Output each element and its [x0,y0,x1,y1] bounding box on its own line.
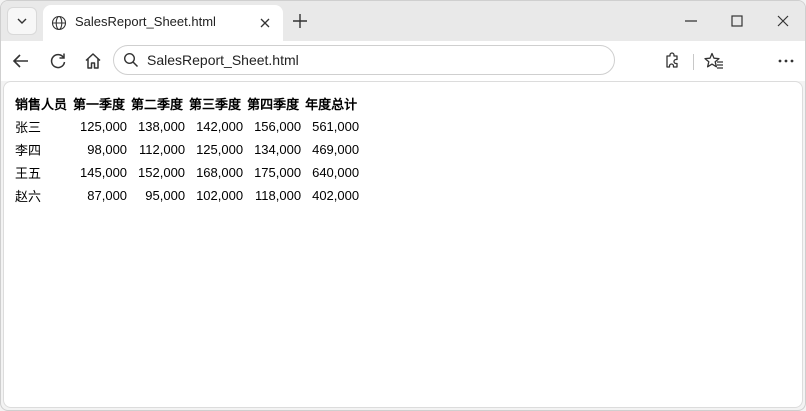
browser-window: SalesReport_Sheet.html SalesReport_Sheet… [0,0,806,411]
q1-cell: 125,000 [80,119,128,134]
toolbar-separator [693,54,694,70]
tab-strip: SalesReport_Sheet.html [1,1,805,41]
q4-cell: 134,000 [254,142,302,157]
extensions-icon[interactable] [663,51,683,71]
q2-cell: 112,000 [139,142,186,157]
column-header: 第一季度 [73,97,126,112]
toolbar: SalesReport_Sheet.html [1,41,805,81]
page-content: 销售人员 第一季度 第二季度 第三季度 第四季度 年度总计 张三 125,000… [3,81,803,408]
q3-cell: 125,000 [196,142,244,157]
q2-cell: 138,000 [138,119,186,134]
favorites-icon[interactable] [704,51,724,71]
chevron-down-icon [17,18,27,24]
table-row: 李四 98,000 112,000 125,000 134,000 469,00… [14,139,360,160]
q4-cell: 175,000 [254,165,302,180]
q1-cell: 145,000 [80,165,128,180]
q1-cell: 98,000 [87,142,128,157]
q3-cell: 142,000 [196,119,244,134]
back-arrow-icon[interactable] [11,51,31,71]
annual-total-cell: 561,000 [312,119,360,134]
new-tab-icon[interactable] [291,12,309,30]
maximize-icon[interactable] [728,12,746,30]
globe-icon [51,15,67,31]
refresh-icon[interactable] [48,51,68,71]
home-icon[interactable] [83,51,103,71]
tab-list-button[interactable] [7,7,37,35]
address-url: SalesReport_Sheet.html [147,52,299,68]
salesperson-cell: 王五 [15,166,42,181]
address-bar[interactable]: SalesReport_Sheet.html [113,45,615,75]
column-header: 第二季度 [131,97,184,112]
q1-cell: 87,000 [87,188,128,203]
close-window-icon[interactable] [774,12,792,30]
salesperson-cell: 张三 [15,120,42,135]
more-options-icon[interactable] [776,51,796,71]
search-icon [123,52,139,68]
table-row: 王五 145,000 152,000 168,000 175,000 640,0… [14,162,360,183]
q2-cell: 95,000 [145,188,186,203]
q3-cell: 102,000 [196,188,244,203]
column-header: 第四季度 [247,97,300,112]
q2-cell: 152,000 [138,165,186,180]
column-header: 销售人员 [15,97,68,112]
annual-total-cell: 640,000 [312,165,360,180]
q4-cell: 118,000 [255,188,302,203]
tab-title: SalesReport_Sheet.html [75,14,216,29]
minimize-icon[interactable] [682,12,700,30]
sales-report-table: 销售人员 第一季度 第二季度 第三季度 第四季度 年度总计 张三 125,000… [12,91,362,208]
annual-total-cell: 402,000 [312,188,360,203]
column-header: 第三季度 [189,97,242,112]
salesperson-cell: 李四 [15,143,42,158]
q4-cell: 156,000 [254,119,302,134]
table-header-row: 销售人员 第一季度 第二季度 第三季度 第四季度 年度总计 [14,93,360,114]
table-row: 赵六 87,000 95,000 102,000 118,000 402,000 [14,185,360,206]
table-row: 张三 125,000 138,000 142,000 156,000 561,0… [14,116,360,137]
annual-total-cell: 469,000 [312,142,360,157]
q3-cell: 168,000 [196,165,244,180]
tab-active[interactable]: SalesReport_Sheet.html [43,5,283,41]
column-header: 年度总计 [305,97,358,112]
tab-close-icon[interactable] [257,15,273,31]
salesperson-cell: 赵六 [15,189,42,204]
